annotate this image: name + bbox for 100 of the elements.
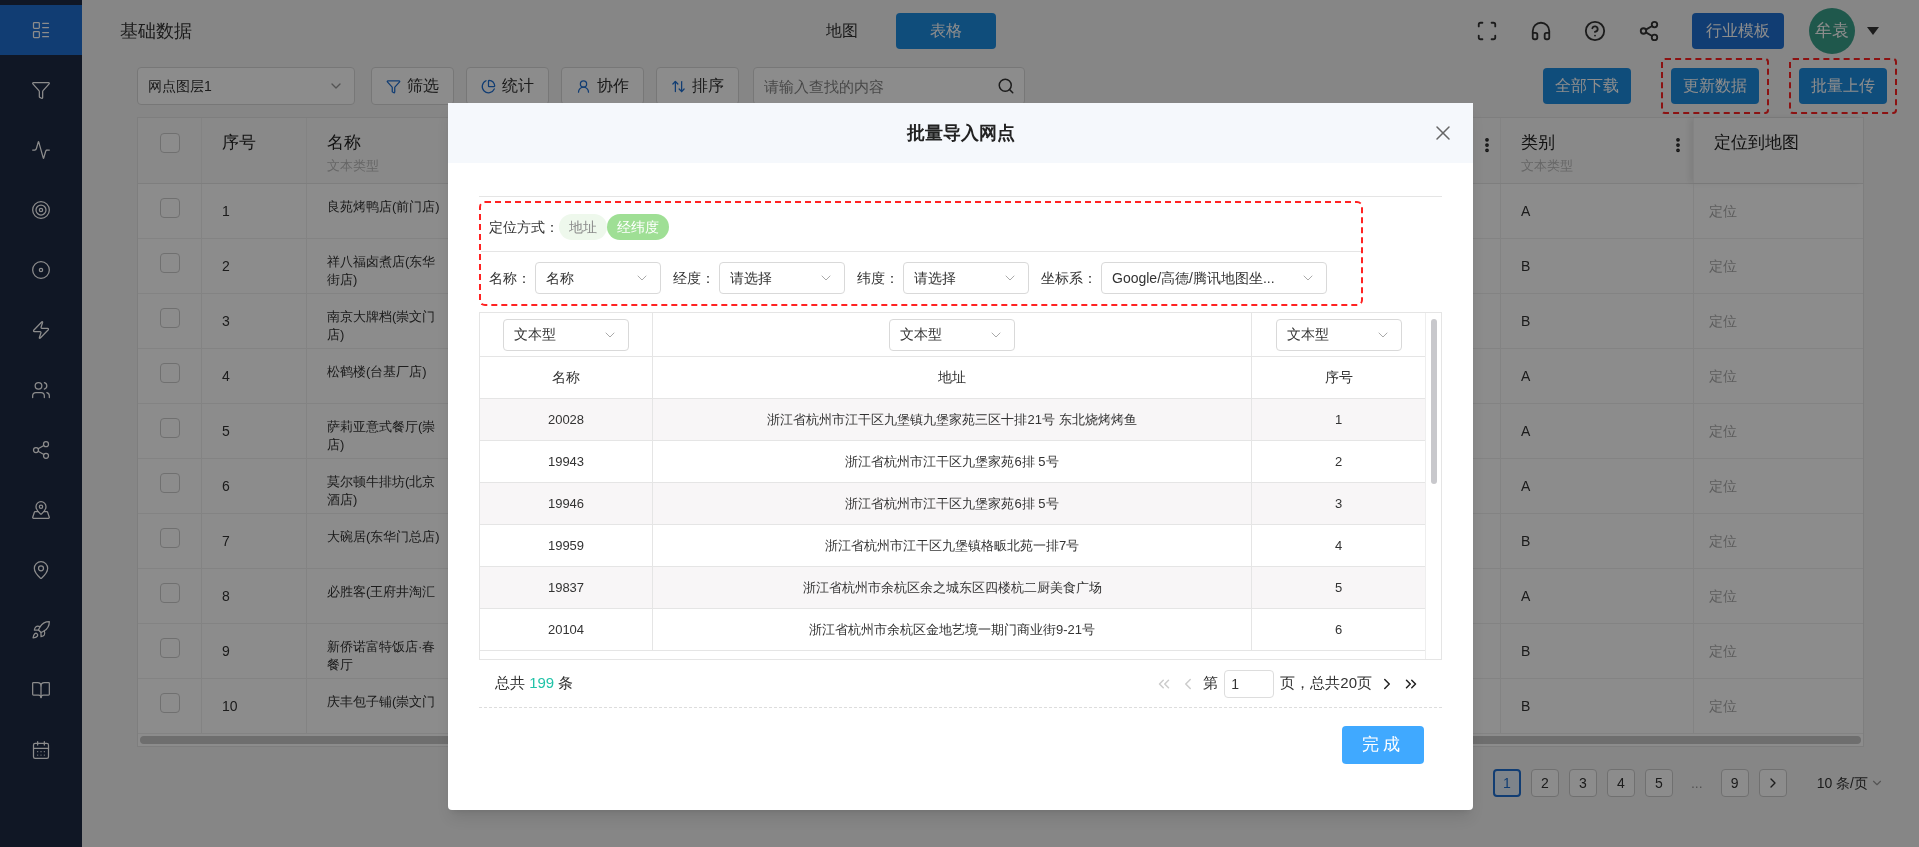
table-cell-text: 19943: [547, 452, 585, 471]
checkbox[interactable]: [159, 473, 180, 493]
table-cell: A: [1521, 588, 1531, 604]
action-button[interactable]: 更新数据: [1671, 68, 1759, 104]
page-size-select[interactable]: 10 条/页: [1816, 772, 1884, 794]
table-cell-text: 20028: [547, 410, 585, 429]
lightning-icon: [31, 320, 51, 340]
table-cell-text: 浙江省杭州市江干区九堡家苑6排 5号: [845, 452, 1059, 471]
checkbox[interactable]: [159, 363, 180, 383]
checkbox[interactable]: [159, 583, 180, 603]
done-button[interactable]: 完成: [1342, 726, 1424, 764]
toolbar-button[interactable]: 协作: [561, 67, 644, 105]
column-header: 名称: [327, 132, 362, 154]
total-count: 总共 199 条: [495, 673, 574, 694]
user-avatar[interactable]: 牟袁: [1809, 8, 1855, 54]
action-button[interactable]: 批量上传: [1799, 68, 1887, 104]
calendar-icon: [31, 740, 51, 760]
layer-select[interactable]: 网点图层1: [137, 67, 355, 105]
target-icon: [31, 200, 51, 220]
table-cell-text: 必胜客(王府井淘汇: [327, 583, 437, 601]
search-field[interactable]: 请输入查找的内容: [753, 67, 1025, 105]
map-pin-icon: [31, 500, 51, 520]
caret-icon[interactable]: [1867, 27, 1879, 35]
checkbox[interactable]: [159, 418, 180, 438]
table-cell-text: 4: [1334, 536, 1343, 555]
pager-label: 页，总共20页: [1280, 673, 1372, 694]
page-button[interactable]: 3: [1568, 769, 1597, 797]
page-button[interactable]: 5: [1644, 769, 1673, 797]
toolbar-button[interactable]: 排序: [656, 67, 739, 105]
checkbox[interactable]: [159, 638, 180, 658]
location-pin-icon: [31, 560, 51, 580]
view-tab[interactable]: 地图: [820, 13, 864, 49]
page-button[interactable]: 4: [1606, 769, 1635, 797]
table-cell: B: [1521, 643, 1531, 659]
field-select[interactable]: 名称: [535, 262, 661, 294]
share-icon: [31, 440, 51, 460]
vertical-scrollbar[interactable]: [1430, 319, 1437, 484]
table-cell: B: [1521, 258, 1531, 274]
field-select[interactable]: 请选择: [903, 262, 1029, 294]
page-button[interactable]: 2: [1530, 769, 1559, 797]
help-icon[interactable]: [1584, 20, 1606, 42]
mode-option[interactable]: 地址: [559, 214, 607, 240]
field-select[interactable]: 请选择: [719, 262, 845, 294]
column-header: 序号: [222, 133, 256, 152]
search-icon[interactable]: [997, 77, 1015, 95]
table-cell: B: [1521, 313, 1531, 329]
view-tab[interactable]: 表格: [896, 13, 996, 49]
page-ellipsis: ...: [1689, 773, 1704, 793]
table-cell-text: 良苑烤鸭店(前门店): [327, 198, 441, 216]
table-cell-text: 2: [1334, 452, 1343, 471]
template-button[interactable]: 行业模板: [1692, 13, 1784, 49]
table-cell-text: 19837: [547, 578, 585, 597]
page-button[interactable]: 9: [1720, 769, 1749, 797]
table-cell-text: 5: [1334, 578, 1343, 597]
table-cell-text: 祥八福卤煮店(东华: [327, 253, 437, 271]
checkbox[interactable]: [159, 253, 180, 273]
page-title: 基础数据: [120, 19, 193, 43]
toolbar-button[interactable]: 统计: [466, 67, 549, 105]
page-input[interactable]: 1: [1224, 669, 1275, 698]
pie-chart-icon: [481, 78, 496, 94]
checkbox[interactable]: [159, 198, 180, 218]
table-cell-text: 浙江省杭州市余杭区余之城东区四楼杭二厨美食广场: [802, 578, 1102, 597]
column-header: 地址: [938, 368, 966, 387]
table-cell-text: 浙江省杭州市余杭区金地艺境一期门商业街9-21号: [809, 620, 1095, 639]
table-cell: 7: [222, 533, 230, 549]
headset-icon[interactable]: [1530, 20, 1552, 42]
next-page-button[interactable]: [1758, 769, 1787, 797]
table-cell-text: 19959: [547, 536, 585, 555]
checkbox[interactable]: [159, 133, 180, 153]
pager-label: 第: [1203, 673, 1219, 694]
field-label: 纬度：: [857, 268, 899, 288]
users-icon: [31, 380, 51, 400]
checkbox[interactable]: [159, 693, 180, 713]
column-header: 定位到地图: [1714, 133, 1799, 152]
list-icon: [31, 20, 51, 40]
table-cell-text: 浙江省杭州市江干区九堡镇九堡家苑三区十排21号 东北烧烤烤鱼: [767, 410, 1137, 429]
table-cell: 3: [222, 313, 230, 329]
type-select[interactable]: 文本型: [889, 318, 1015, 351]
table-cell: A: [1521, 423, 1531, 439]
table-cell-text: 南京大牌档(崇文门: [327, 308, 437, 326]
toolbar-button[interactable]: 筛选: [371, 67, 454, 105]
disc-icon: [31, 260, 51, 280]
filter-icon: [31, 80, 51, 100]
table-cell: A: [1521, 368, 1531, 384]
type-select[interactable]: 文本型: [1275, 318, 1402, 351]
table-cell-text: 餐厅: [327, 656, 354, 674]
fullscreen-icon[interactable]: [1476, 20, 1498, 42]
table-cell: 1: [222, 203, 230, 219]
checkbox[interactable]: [159, 308, 180, 328]
page-button[interactable]: 1: [1492, 769, 1521, 797]
type-select[interactable]: 文本型: [503, 318, 629, 351]
sidebar-item[interactable]: [0, 5, 82, 55]
checkbox[interactable]: [159, 528, 180, 548]
share-icon[interactable]: [1638, 20, 1660, 42]
table-cell-text: 酒店): [327, 491, 359, 509]
table-cell-text: 3: [1334, 494, 1343, 513]
users-icon: [576, 78, 591, 94]
action-button[interactable]: 全部下载: [1543, 68, 1631, 104]
field-select[interactable]: Google/高德/腾讯地图坐...: [1101, 262, 1327, 294]
column-header: 名称: [552, 368, 580, 387]
